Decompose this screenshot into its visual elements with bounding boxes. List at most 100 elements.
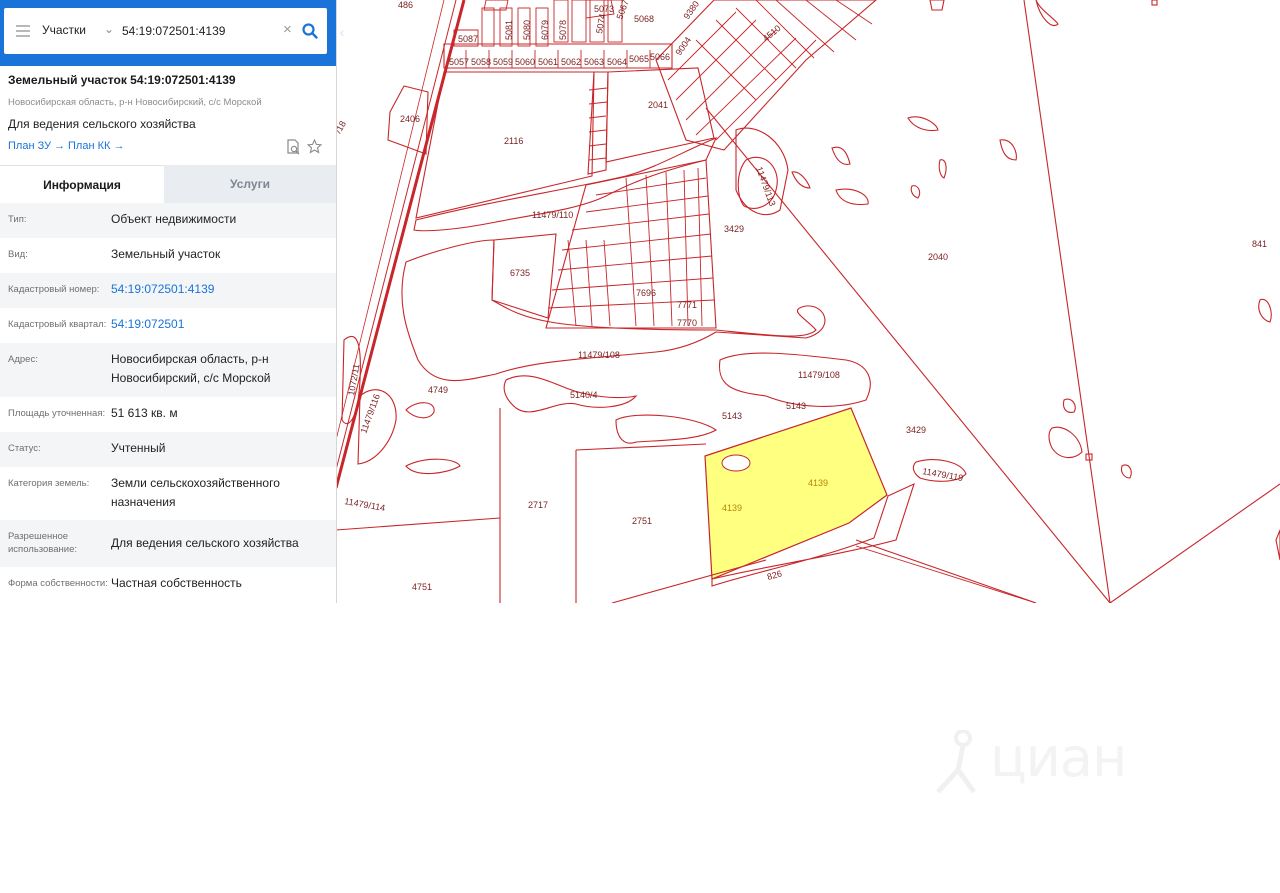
map-label: 11479/113 [754,165,777,207]
info-row: Вид: Земельный участок [0,238,336,273]
parcel-blob [999,139,1017,161]
map-label: 4751 [412,582,432,592]
plan-zu-link[interactable]: План ЗУ → [8,140,65,152]
map-label: 9380 [681,0,701,21]
chevron-down-icon[interactable]: ⌄ [104,22,114,36]
parcel-4749b [405,458,461,475]
info-key: Кадастровый квартал: [8,319,107,330]
map-label: 5057 [449,57,469,67]
map-canvas[interactable]: 486 5087 5057 5058 5059 5060 5061 5062 5… [336,0,1280,603]
info-key: Форма собственности: [8,578,108,589]
map-label: 2406 [400,114,420,124]
selected-parcel-4139[interactable] [704,407,888,580]
search-box[interactable]: Участки ⌄ 54:19:072501:4139 × [4,8,327,54]
map-label: 2040 [928,252,948,262]
close-icon[interactable]: × [283,21,292,38]
map-label: 2751 [632,516,652,526]
object-address: Новосибирская область, р-н Новосибирский… [8,97,262,108]
layer-select[interactable]: Участки [42,23,86,37]
info-value: 51 613 кв. м [111,406,178,420]
map-label: 11479/116 [358,393,381,435]
collapse-panel-button[interactable]: ‹ [336,18,348,46]
object-usage: Для ведения сельского хозяйства [8,117,196,131]
map-label: 5059 [493,57,513,67]
map-label: 5062 [561,57,581,67]
parcel-boundary [1109,483,1280,603]
cadastral-number-link[interactable]: 54:19:072501:4139 [111,280,336,299]
info-value: Новосибирская область, р-н Новосибирский… [111,352,271,385]
map-label: 5058 [471,57,491,67]
star-icon[interactable] [307,139,322,154]
parcel-blob [910,185,921,199]
map-label: 2041 [648,100,668,110]
map-label: 11479/114 [344,496,386,513]
info-panel: Участки ⌄ 54:19:072501:4139 × Земельный … [0,0,337,603]
map-label: 5067 [614,0,630,21]
parcel-11479-108b [718,352,871,407]
parcel-boundary [611,559,767,603]
parcel-boundary [336,517,501,531]
location-pin-icon [936,730,976,794]
info-row: Площадь уточненная: 51 613 кв. м [0,397,336,432]
document-search-icon[interactable] [286,139,300,155]
tab-services[interactable]: Услуги [164,165,336,203]
parcel-blob [1258,298,1272,323]
tabs: Информация Услуги [0,165,336,204]
info-row: Кадастровый квартал: 54:19:072501 [0,308,336,343]
info-row: Разрешенное использование: Для ведения с… [0,520,336,567]
map-label: 5081 [504,20,514,40]
info-row: Категория земель: Земли сельскохозяйстве… [0,467,336,520]
parcel-blob [907,116,939,132]
map-label: 3429 [906,425,926,435]
map-label: 5064 [607,57,627,67]
info-key: Площадь уточненная: [8,408,106,419]
map-label: 5063 [584,57,604,67]
object-title: Земельный участок 54:19:072501:4139 [8,73,236,87]
map-label: 4510 [761,23,783,44]
parcel-blob [938,159,947,179]
search-icon[interactable] [301,22,319,40]
info-value: Для ведения сельского хозяйства [111,536,299,550]
map-label: 4749 [428,385,448,395]
tab-information[interactable]: Информация [0,165,164,204]
map-label: 6079 [540,20,550,40]
parcel-4749 [405,402,435,419]
parcel-blob [1275,529,1280,561]
cadastral-quarter-link[interactable]: 54:19:072501 [111,315,336,334]
info-row: Кадастровый номер: 54:19:072501:4139 [0,273,336,308]
parcel-blob [1035,0,1059,26]
map-label: /18 [336,119,348,135]
map-label: 5087 [458,34,478,44]
parcel-blob [1048,426,1083,459]
parcel-blob [835,188,869,206]
map-label: 11479/110 [532,210,573,220]
menu-icon[interactable] [16,25,30,37]
info-row: Форма собственности: Частная собственнос… [0,567,336,603]
map-label: 7696 [636,288,656,298]
map-label: 11479/108 [578,350,620,360]
parcel-column [587,71,609,175]
info-value: Частная собственность [111,576,242,590]
map-label: 5068 [634,14,654,24]
info-key: Статус: [8,443,41,454]
parcel-boundary [575,443,707,451]
parcel-blob [929,0,945,11]
info-key: Категория земель: [8,478,90,489]
map-label: 5140/4 [570,390,598,400]
parcel-2041 [605,67,715,163]
map-label: 5143 [722,411,742,421]
info-value: Объект недвижимости [111,212,237,226]
search-input[interactable]: 54:19:072501:4139 [122,24,225,38]
info-value: Земли сельскохозяйственного назначения [111,476,280,509]
parcel-grid-diagonal [655,0,877,151]
cadastral-map[interactable]: 486 5087 5057 5058 5059 5060 5061 5062 5… [336,0,1280,603]
map-label: 11479/108 [798,370,840,380]
plan-kk-link[interactable]: План КК → [68,140,124,152]
parcel-boundary [1023,0,1111,603]
map-label: 2717 [528,500,548,510]
map-label: 5060 [515,57,535,67]
map-label: 5066 [650,52,670,62]
map-label: 5074 [594,13,607,34]
map-label: 5061 [538,57,558,67]
map-label: 7770 [677,318,697,328]
